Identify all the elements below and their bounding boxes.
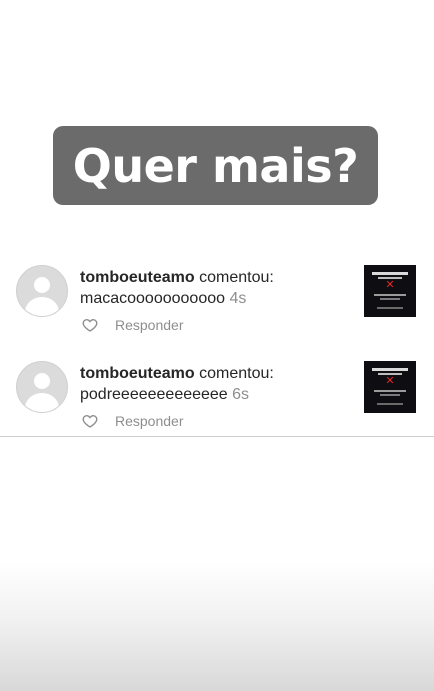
avatar-body-shape [25, 297, 59, 316]
comment-username[interactable]: tomboeuteamo [80, 269, 195, 286]
post-thumbnail[interactable]: ✕ [364, 361, 416, 413]
heart-outline-icon[interactable] [82, 317, 98, 333]
comment-item[interactable]: tomboeuteamo comentou: macacooooooooooo … [0, 255, 434, 351]
comment-list: tomboeuteamo comentou: macacooooooooooo … [0, 255, 434, 447]
user-avatar[interactable] [16, 265, 68, 317]
thumbnail-title-line [372, 368, 408, 371]
comment-time: 6s [232, 386, 250, 403]
question-banner: Quer mais? [53, 126, 378, 205]
comment-username[interactable]: tomboeuteamo [80, 365, 195, 382]
comment-text-block: tomboeuteamo comentou: macacooooooooooo … [80, 267, 350, 309]
thumbnail-caption-line [380, 298, 400, 300]
comment-item[interactable]: tomboeuteamo comentou: podreeeeeeeeeeeee… [0, 351, 434, 447]
comment-body: podreeeeeeeeeeeee [80, 386, 228, 403]
thumbnail-title-line [372, 272, 408, 275]
post-thumbnail[interactable]: ✕ [364, 265, 416, 317]
banner-text: Quer mais? [72, 138, 359, 193]
reply-button[interactable]: Responder [115, 317, 184, 333]
comment-time: 4s [229, 290, 247, 307]
thumbnail-caption-line [374, 390, 406, 392]
avatar-body-shape [25, 393, 59, 412]
heart-outline-icon[interactable] [82, 413, 98, 429]
user-avatar[interactable] [16, 361, 68, 413]
thumbnail-footer-line [377, 403, 403, 405]
avatar-head-shape [34, 373, 50, 389]
reply-button[interactable]: Responder [115, 413, 184, 429]
comment-text-block: tomboeuteamo comentou: podreeeeeeeeeeeee… [80, 363, 350, 405]
comment-verb: comentou: [199, 365, 274, 382]
thumbnail-footer-line [377, 307, 403, 309]
thumbnail-x-mark: ✕ [385, 278, 395, 291]
comment-actions: Responder [82, 413, 184, 429]
section-divider [0, 436, 434, 437]
story-screen: Quer mais? tomboeuteamo comentou: macaco… [0, 0, 434, 691]
avatar-head-shape [34, 277, 50, 293]
thumbnail-x-mark: ✕ [385, 374, 395, 387]
comment-actions: Responder [82, 317, 184, 333]
thumbnail-caption-line [380, 394, 400, 396]
comment-verb: comentou: [199, 269, 274, 286]
thumbnail-caption-line [374, 294, 406, 296]
comment-body: macacooooooooooo [80, 290, 226, 307]
